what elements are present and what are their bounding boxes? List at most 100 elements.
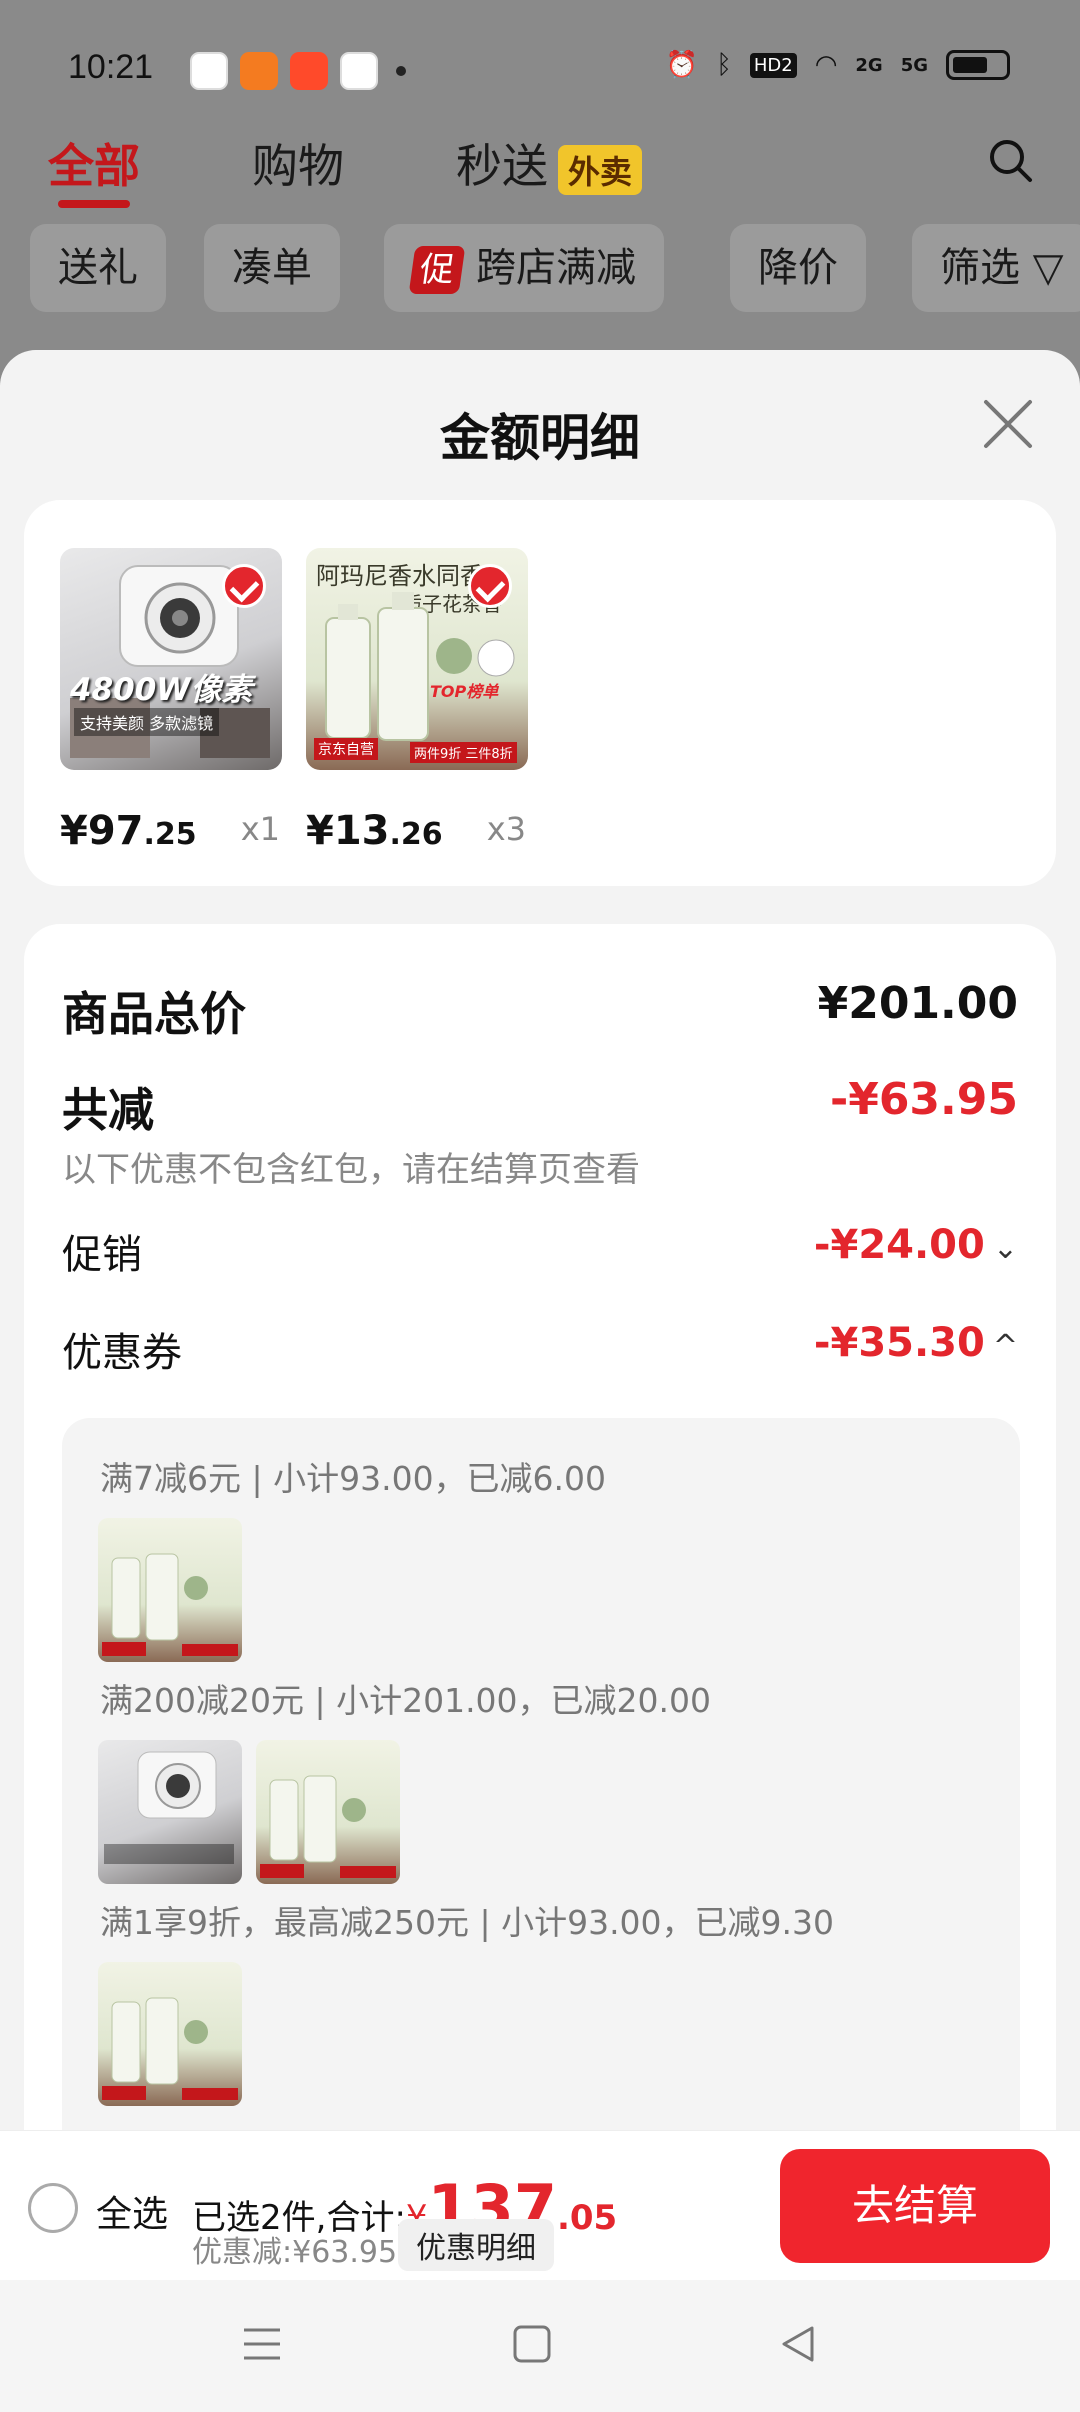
tab-shopping-label: 购物	[252, 139, 344, 193]
hd-icon: HD2	[749, 52, 797, 78]
shampoo-thumb-illustration	[102, 1553, 238, 1656]
coupon-line: 满200减20元 | 小计201.00，已减20.00	[100, 1681, 712, 1720]
discount-note: 以下优惠不包含红包，请在结算页查看	[62, 1150, 640, 1190]
total-reduce-value: -¥63.95	[829, 1074, 1018, 1125]
waimai-badge: 外卖	[558, 144, 643, 195]
camera-image-headline: 4800W像素	[70, 672, 253, 708]
promotion-value-wrap: -¥24.00 ⌄	[814, 1222, 1018, 1268]
chip-add-on[interactable]: 凑单	[204, 224, 340, 312]
promotion-row[interactable]: 促销 -¥24.00 ⌄	[62, 1222, 1018, 1280]
shampoo-thumb	[256, 1740, 400, 1884]
shampoo-jd-badge: 京东自营	[314, 738, 378, 760]
coupon-label: 优惠券	[62, 1330, 182, 1376]
coupon-line: 满7减6元 | 小计93.00，已减6.00	[100, 1459, 607, 1498]
shampoo-thumb-illustration	[102, 1997, 238, 2100]
amount-detail-sheet: 金额明细 4800W像素 支持美颜 多款滤镜 ¥97.25 x1 阿玛尼香水同香…	[0, 350, 1080, 2138]
camera-price: ¥97.25	[60, 808, 197, 854]
promotion-label: 促销	[62, 1232, 142, 1278]
shampoo-price-int: ¥13	[306, 808, 390, 854]
chip-gift[interactable]: 送礼	[30, 224, 166, 312]
selected-check-icon[interactable]	[222, 564, 266, 608]
shampoo-top-tag: TOP榜单	[430, 682, 499, 701]
chip-gift-label: 送礼	[58, 245, 138, 291]
filter-chips: 送礼 凑单 促跨店满减 降价 筛选 ▽	[0, 224, 1080, 314]
total-price-row: 商品总价 ¥201.00	[62, 978, 1018, 1044]
app-notification-icon	[240, 52, 278, 90]
select-all-label[interactable]: 全选	[96, 2185, 168, 2237]
app-notification-icon	[190, 52, 228, 90]
alarm-icon: ⏰	[665, 50, 699, 80]
more-notifications-dot	[396, 66, 406, 76]
filter-icon: ▽	[1032, 245, 1064, 291]
camera-price-int: ¥97	[60, 808, 144, 854]
total-reduce-label: 共减	[62, 1083, 154, 1137]
shampoo-thumb-illustration	[260, 1775, 396, 1878]
select-all-radio[interactable]	[28, 2183, 78, 2233]
product-item-camera[interactable]: 4800W像素 支持美颜 多款滤镜 ¥97.25 x1	[60, 548, 282, 854]
camera-product-image: 4800W像素 支持美颜 多款滤镜	[60, 548, 282, 770]
chip-cross-store-label: 跨店满减	[476, 245, 636, 291]
total-price-label: 商品总价	[62, 987, 246, 1041]
tab-instant-label: 秒送	[456, 139, 548, 193]
camera-thumb-illustration	[104, 1751, 234, 1864]
bluetooth-icon: ᛒ	[716, 50, 732, 80]
coupon-line: 满1享9折，最高减250元 | 小计93.00，已减9.30	[100, 1903, 835, 1942]
coupon-row[interactable]: 优惠券 -¥35.30 ^	[62, 1320, 1018, 1378]
tab-all-label: 全部	[48, 139, 140, 193]
camera-image-subtext: 支持美颜 多款滤镜	[74, 708, 220, 736]
checkout-bar: 全选 已选2件,合计:¥137.05 优惠减:¥63.95 优惠明细 去结算	[0, 2130, 1080, 2280]
wallet-app-icon	[340, 52, 378, 90]
home-icon[interactable]	[512, 2324, 552, 2364]
camera-thumb	[98, 1740, 242, 1884]
close-icon[interactable]	[980, 396, 1036, 452]
system-nav-bar	[0, 2280, 1080, 2412]
signal-2g-icon: 2G	[855, 54, 883, 76]
chevron-up-icon: ^	[992, 1329, 1018, 1364]
tab-all[interactable]: 全部	[48, 130, 140, 208]
shampoo-thumb	[98, 1518, 242, 1662]
signal-5g-icon: 5G	[900, 54, 928, 76]
camera-qty: x1	[240, 810, 280, 848]
shampoo-price-dec: .26	[389, 817, 443, 852]
menu-icon[interactable]	[242, 2324, 282, 2364]
checkout-button[interactable]: 去结算	[780, 2149, 1050, 2263]
shampoo-price: ¥13.26	[306, 808, 443, 854]
back-icon[interactable]	[778, 2324, 818, 2364]
promotion-value: -¥24.00	[813, 1222, 985, 1268]
tab-instant-delivery[interactable]: 秒送 外卖	[456, 130, 643, 196]
chip-price-drop-label: 降价	[758, 245, 838, 291]
coupon-value: -¥35.30	[813, 1320, 985, 1366]
promo-tag-icon: 促	[408, 246, 466, 294]
shampoo-thumb	[98, 1962, 242, 2106]
total-price-value: ¥201.00	[817, 978, 1018, 1029]
status-time: 10:21	[68, 48, 154, 86]
price-summary-card: 商品总价 ¥201.00 共减 -¥63.95 以下优惠不包含红包，请在结算页查…	[24, 924, 1056, 2138]
shampoo-offer-badge: 两件9折 三件8折	[410, 742, 517, 763]
camera-price-dec: .25	[143, 817, 197, 852]
selected-products-card: 4800W像素 支持美颜 多款滤镜 ¥97.25 x1 阿玛尼香水同香 栀子花茶…	[24, 500, 1056, 886]
battery-icon	[946, 50, 1010, 80]
total-amount-dec: .05	[556, 2198, 618, 2238]
chip-price-drop[interactable]: 降价	[730, 224, 866, 312]
chip-add-on-label: 凑单	[232, 245, 312, 291]
product-item-shampoo[interactable]: 阿玛尼香水同香 栀子花茶香 TOP榜单 京东自营 两件9折 三件8折 ¥13.2…	[306, 548, 528, 854]
discount-detail-button[interactable]: 优惠明细	[398, 2219, 554, 2271]
sheet-title: 金额明细	[440, 409, 640, 467]
coupon-details: 满7减6元 | 小计93.00，已减6.00 满200减20元 | 小计201.…	[62, 1418, 1020, 2138]
status-bar: 10:21 ⏰ ᛒ HD2 ◠ 2G 5G	[0, 0, 1080, 140]
system-icons: ⏰ ᛒ HD2 ◠ 2G 5G	[666, 50, 1010, 80]
chip-filter-label: 筛选	[940, 245, 1020, 291]
tab-shopping[interactable]: 购物	[252, 130, 344, 196]
shampoo-qty: x3	[486, 810, 526, 848]
shampoo-product-image: 阿玛尼香水同香 栀子花茶香 TOP榜单 京东自营 两件9折 三件8折	[306, 548, 528, 770]
discount-total-text: 优惠减:¥63.95	[192, 2235, 398, 2270]
chip-filter[interactable]: 筛选 ▽	[912, 224, 1080, 312]
coupon-value-wrap: -¥35.30 ^	[814, 1320, 1018, 1366]
wifi-icon: ◠	[814, 50, 838, 80]
search-icon[interactable]	[986, 136, 1034, 184]
notification-icons	[190, 52, 406, 90]
chevron-down-icon: ⌄	[992, 1231, 1018, 1266]
chip-cross-store[interactable]: 促跨店满减	[384, 224, 664, 312]
play-app-icon	[290, 52, 328, 90]
selected-check-icon[interactable]	[468, 564, 512, 608]
